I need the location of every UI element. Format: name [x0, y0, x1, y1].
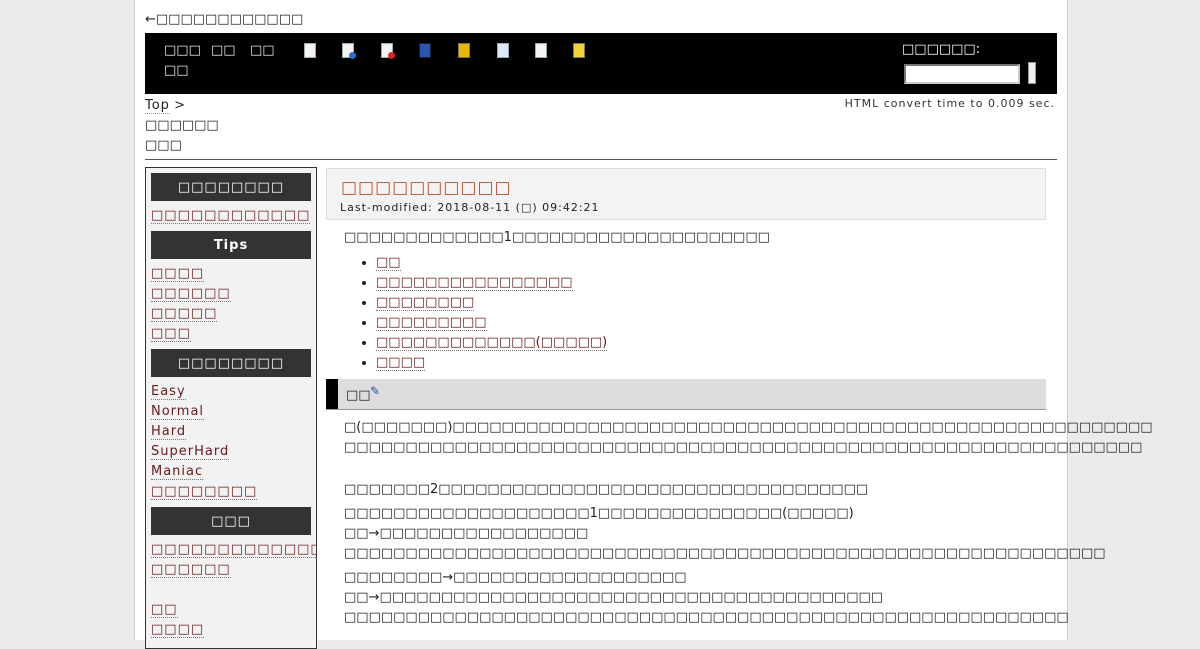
- list-item: □□□□□□□□□□□□□□□□: [376, 273, 1046, 293]
- sidebar-item-easy[interactable]: Easy: [151, 382, 311, 402]
- edit-pencil-icon[interactable]: ✎: [370, 384, 380, 398]
- sidebar-item-label: □□: [151, 602, 178, 618]
- convert-time: HTML convert time to 0.009 sec.: [844, 97, 1055, 110]
- paragraph-line: □□□□□□□□□□□□□□□□□□□□□□□□□□□□□□□□□□□□□□□□…: [344, 440, 1143, 455]
- search-button[interactable]: [1028, 62, 1036, 84]
- sidebar-item-other-2[interactable]: □□□□□□: [151, 560, 311, 580]
- sidebar-item-label: Hard: [151, 424, 187, 440]
- search-label: □□□□□□:: [902, 42, 981, 57]
- page-title[interactable]: □□□□□□□□□□: [341, 178, 512, 198]
- paragraph-line: □□□□□□□2□□□□□□□□□□□□□□□□□□□□□□□□□□□□□□□□…: [344, 482, 869, 497]
- toc-link[interactable]: □□□□: [376, 355, 426, 371]
- list-item: □□□□□□□□: [376, 293, 1046, 313]
- breadcrumb: Top > □□□□□□ □□□: [145, 96, 219, 156]
- sidebar-heading-difficulty: □□□□□□□□: [151, 349, 311, 377]
- sidebar-item-label: Normal: [151, 404, 205, 420]
- sidebar-item-label: Maniac: [151, 464, 204, 480]
- breadcrumb-line-2: □□□□□□: [145, 118, 219, 133]
- list-icon[interactable]: [534, 42, 548, 58]
- sidebar-heading-1: □□□□□□□□: [151, 173, 311, 201]
- list-item: □□: [376, 253, 1046, 273]
- sidebar-item-tip-4[interactable]: □□□: [151, 324, 311, 344]
- list-item: □□□□□□□□□□□□□(□□□□□): [376, 333, 1046, 353]
- copy-icon[interactable]: [496, 42, 510, 58]
- help-icon[interactable]: [572, 42, 586, 58]
- new-page-icon[interactable]: [303, 42, 317, 58]
- sidebar-item-other-4[interactable]: □□□□: [151, 620, 311, 640]
- backup-icon[interactable]: [418, 42, 432, 58]
- divider: [145, 159, 1057, 160]
- paragraph-line: □□□□□□□□□□□□□□□□□□□□□□□□□□□□□□□□□□□□□□□□…: [344, 546, 1106, 561]
- paragraph-line: □□→□□□□□□□□□□□□□□□□□□□□□□□□□□□□□□□□□□□□□…: [344, 590, 884, 605]
- section-heading-text: □□: [346, 388, 371, 403]
- sidebar-link[interactable]: □□□□□□□□□□□□: [151, 206, 311, 226]
- sidebar-item-normal[interactable]: Normal: [151, 402, 311, 422]
- sidebar-item-hard[interactable]: Hard: [151, 422, 311, 442]
- diff-icon[interactable]: [380, 42, 395, 59]
- sidebar-item-other-1[interactable]: □□□□□□□□□□□□□: [151, 540, 316, 560]
- main-content: □□□□□□□□□□ Last-modified: 2018-08-11 (□)…: [326, 168, 1153, 628]
- sidebar-item-other-difficulty[interactable]: □□□□□□□□: [151, 482, 311, 502]
- sidebar-item-tip-2[interactable]: □□□□□□: [151, 284, 311, 304]
- sidebar-item-label: □□□□□□□□□□□□□: [151, 542, 316, 558]
- toc-link[interactable]: □□□□□□□□□: [376, 315, 487, 331]
- sidebar-item-tip-1[interactable]: □□□□: [151, 264, 311, 284]
- sidebar-item-label: □□□□□: [151, 306, 218, 322]
- sidebar-item-label: SuperHard: [151, 444, 230, 460]
- sidebar-item-maniac[interactable]: Maniac: [151, 462, 311, 482]
- toc-link[interactable]: □□: [376, 255, 401, 271]
- sidebar-heading-tips: Tips: [151, 231, 311, 259]
- sidebar-item-label: □□□□□□: [151, 562, 231, 578]
- section-heading-bar: [326, 379, 338, 409]
- sidebar-item-label: □□□□: [151, 266, 205, 282]
- paragraph-line: □□□□□□□□□□□□□□□□□□□□1□□□□□□□□□□□□□□□(□□□…: [344, 506, 854, 521]
- sidebar-heading-other: □□□: [151, 507, 311, 535]
- menu-item-1b[interactable]: □□: [164, 63, 189, 78]
- sidebar-item-label: □□□: [151, 326, 191, 342]
- sidebar-item-label: Easy: [151, 384, 186, 400]
- page-container: ←□□□□□□□□□□□□ □□□ □□ □□ □□ □□□□□□: Top >…: [134, 0, 1153, 649]
- sidebar-item-superhard[interactable]: SuperHard: [151, 442, 311, 462]
- menu-item-1[interactable]: □□□: [164, 43, 201, 58]
- breadcrumb-line-3: □□□: [145, 138, 182, 153]
- table-of-contents: □□ □□□□□□□□□□□□□□□□ □□□□□□□□ □□□□□□□□□ □…: [376, 253, 1046, 373]
- title-box: □□□□□□□□□□ Last-modified: 2018-08-11 (□)…: [326, 168, 1046, 220]
- back-link[interactable]: ←□□□□□□□□□□□□: [145, 12, 303, 27]
- list-item: □□□□: [376, 353, 1046, 373]
- menu-item-3[interactable]: □□: [250, 43, 275, 58]
- paragraph-line: □□□□□□□□→□□□□□□□□□□□□□□□□□□□: [344, 570, 687, 585]
- breadcrumb-top-link[interactable]: Top: [145, 98, 170, 114]
- sidebar-item-label: □□□□□□□□: [151, 484, 258, 500]
- paragraph-line: □□→□□□□□□□□□□□□□□□□□: [344, 526, 589, 541]
- toc-link[interactable]: □□□□□□□□□□□□□(□□□□□): [376, 335, 608, 351]
- paragraph-line: [344, 458, 1046, 480]
- toc-link[interactable]: □□□□□□□□□□□□□□□□: [376, 275, 573, 291]
- sidebar-item-label: □□□□□□: [151, 286, 231, 302]
- edit-page-icon[interactable]: [341, 42, 356, 59]
- last-modified: Last-modified: 2018-08-11 (□) 09:42:21: [340, 201, 600, 214]
- sidebar: □□□□□□□□ □□□□□□□□□□□□ Tips □□□□ □□□□□□ □…: [145, 167, 317, 649]
- menu-item-2[interactable]: □□: [211, 43, 236, 58]
- breadcrumb-separator: >: [169, 98, 185, 113]
- section-heading: □□ ✎: [326, 379, 1046, 410]
- list-item: □□□□□□□□□: [376, 313, 1046, 333]
- sidebar-link-label: □□□□□□□□□□□□: [151, 208, 311, 224]
- toolbar: □□□ □□ □□ □□ □□□□□□:: [145, 33, 1057, 94]
- sidebar-item-other-3[interactable]: □□: [151, 600, 311, 620]
- paragraph-line: □(□□□□□□□)□□□□□□□□□□□□□□□□□□□□□□□□□□□□□□…: [344, 420, 1153, 435]
- attach-icon[interactable]: [457, 42, 471, 58]
- sidebar-item-tip-3[interactable]: □□□□□: [151, 304, 311, 324]
- paragraph-line: □□□□□□□□□□□□□□□□□□□□□□□□□□□□□□□□□□□□□□□□…: [344, 610, 1069, 625]
- sidebar-item-label: □□□□: [151, 622, 205, 638]
- intro-text: □□□□□□□□□□□□□1□□□□□□□□□□□□□□□□□□□□□: [344, 230, 770, 245]
- toc-link[interactable]: □□□□□□□□: [376, 295, 475, 311]
- search-input[interactable]: [904, 64, 1020, 84]
